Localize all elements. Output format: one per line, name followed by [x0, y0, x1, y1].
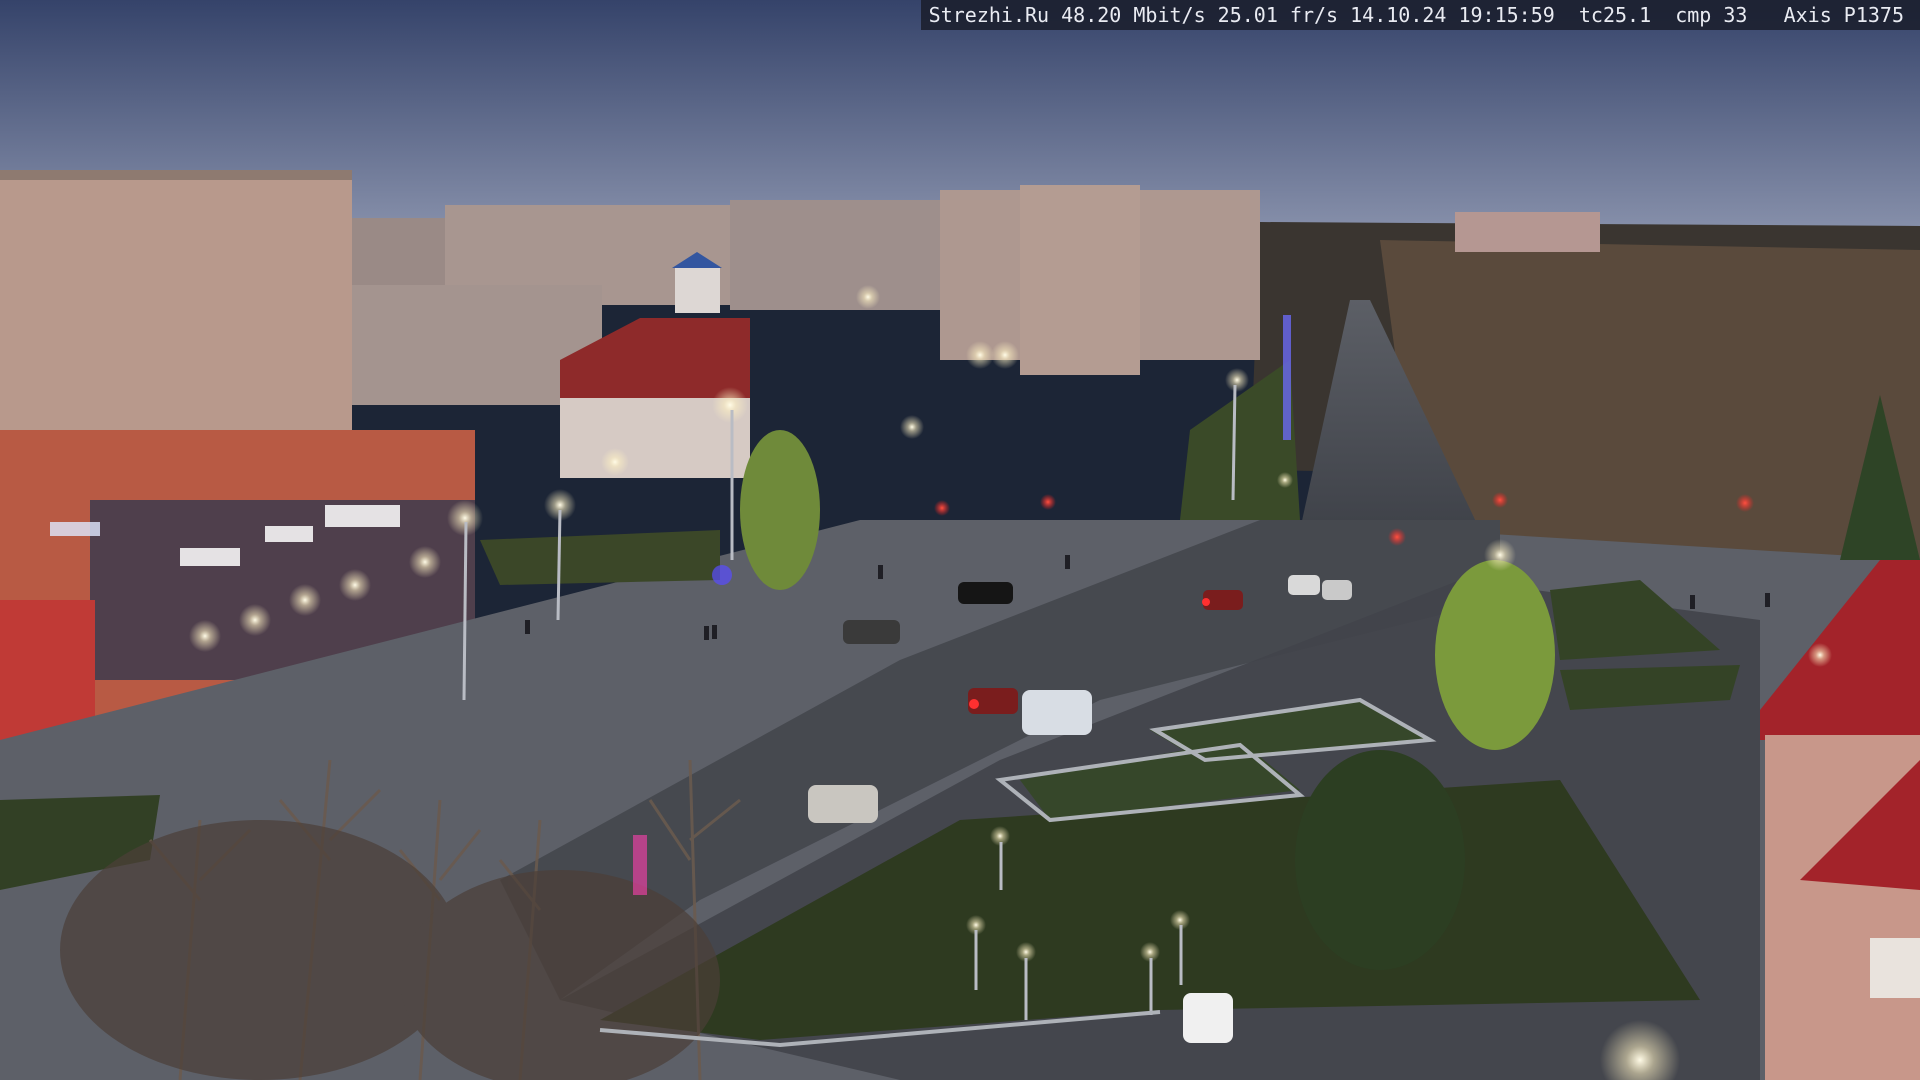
- camera-overlay-text: Strezhi.Ru 48.20 Mbit/s 25.01 fr/s 14.10…: [920, 0, 1920, 30]
- webcam-scene: [0, 0, 1920, 1080]
